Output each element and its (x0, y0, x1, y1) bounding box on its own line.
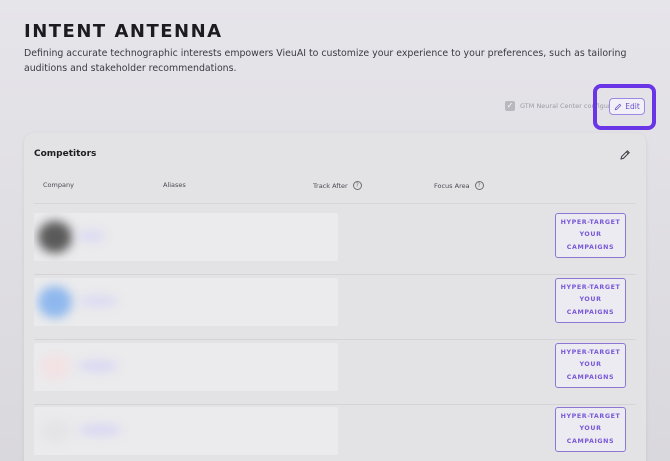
hyper-target-button[interactable]: HYPER-TARGET YOUR CAMPAIGNS (555, 213, 626, 258)
cta-line: CAMPAIGNS (566, 243, 615, 251)
cta-line: YOUR (579, 296, 602, 304)
table-row: HYPER-TARGET YOUR CAMPAIGNS (34, 407, 636, 461)
table-row: HYPER-TARGET YOUR CAMPAIGNS (34, 278, 636, 340)
table-row: HYPER-TARGET YOUR CAMPAIGNS (34, 213, 636, 275)
column-header-aliases: Aliases (163, 181, 186, 189)
cta-line: HYPER-TARGET (560, 412, 621, 420)
column-header-track-after: Track After ? (313, 181, 362, 190)
header-divider (34, 203, 636, 204)
column-label: Focus Area (434, 181, 470, 190)
hyper-target-button[interactable]: HYPER-TARGET YOUR CAMPAIGNS (555, 343, 626, 388)
page-title: INTENT ANTENNA (24, 21, 223, 42)
competitors-card: Competitors Company Aliases Track After … (24, 133, 646, 461)
redacted-company-info (34, 213, 338, 261)
column-label: Company (43, 181, 74, 189)
cta-line: CAMPAIGNS (566, 437, 615, 445)
check-icon: ✓ (506, 101, 514, 110)
column-label: Track After (313, 181, 348, 190)
cta-line: HYPER-TARGET (560, 218, 621, 226)
row-divider (34, 339, 636, 340)
row-divider (34, 274, 636, 275)
page-description: Defining accurate technographic interest… (24, 48, 627, 74)
edit-button[interactable]: Edit (609, 98, 645, 115)
cta-line: YOUR (579, 361, 602, 369)
edit-button-label: Edit (625, 102, 640, 111)
cta-line: CAMPAIGNS (566, 308, 615, 316)
cta-line: HYPER-TARGET (560, 283, 621, 291)
competitors-title: Competitors (34, 149, 97, 159)
column-header-company: Company (43, 181, 74, 189)
redacted-company-info (34, 343, 338, 391)
question-circle-icon[interactable]: ? (474, 181, 484, 190)
hyper-target-button[interactable]: HYPER-TARGET YOUR CAMPAIGNS (555, 407, 626, 452)
pencil-icon (614, 103, 622, 110)
cta-line: YOUR (579, 231, 602, 239)
table-row: HYPER-TARGET YOUR CAMPAIGNS (34, 343, 636, 405)
cta-line: YOUR (579, 425, 602, 433)
column-header-focus-area: Focus Area ? (434, 181, 484, 190)
cta-line: CAMPAIGNS (566, 373, 615, 381)
column-label: Aliases (163, 181, 186, 189)
question-circle-icon[interactable]: ? (352, 181, 362, 190)
hyper-target-button[interactable]: HYPER-TARGET YOUR CAMPAIGNS (555, 278, 626, 323)
row-divider (34, 404, 636, 405)
redacted-company-info (34, 278, 338, 326)
redacted-company-info (34, 407, 338, 455)
pencil-icon[interactable] (619, 149, 631, 161)
cta-line: HYPER-TARGET (560, 348, 621, 356)
gtm-checkbox[interactable]: ✓ (505, 101, 515, 111)
